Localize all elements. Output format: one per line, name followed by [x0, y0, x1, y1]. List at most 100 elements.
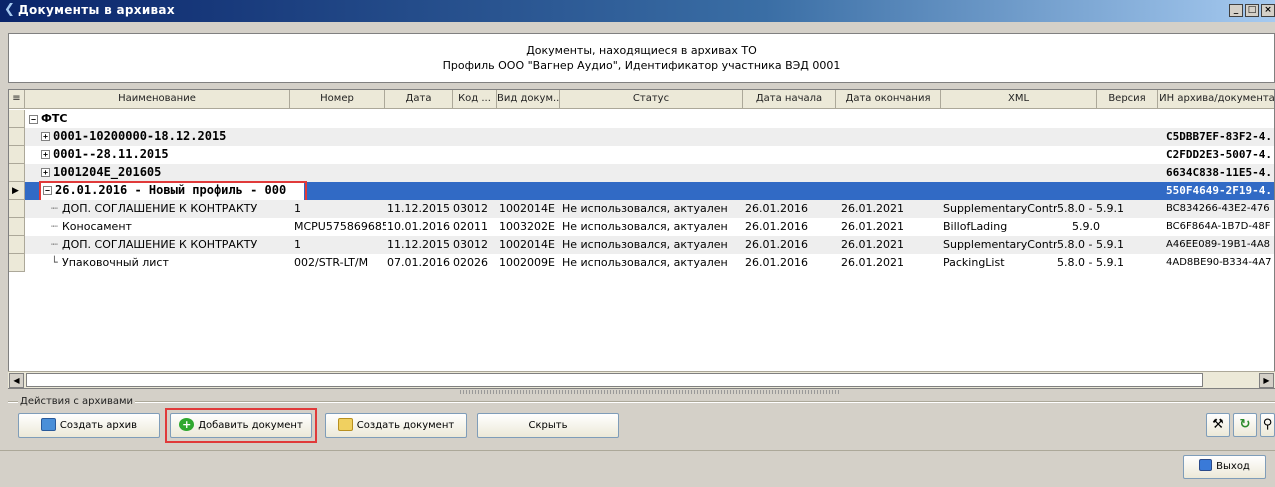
- close-button[interactable]: ×: [1261, 4, 1275, 17]
- archive-group-name: 1001204E_201605: [53, 165, 162, 179]
- doc-date: 10.01.2016: [387, 220, 450, 233]
- app-icon: ❮: [4, 2, 15, 17]
- doc-start: 26.01.2016: [745, 220, 808, 233]
- row-indicator-current: ▶: [9, 182, 25, 200]
- doc-xml: SupplementaryContra: [943, 238, 1057, 251]
- column-header-row: ≡ Наименование Номер Дата Код ... Вид до…: [9, 90, 1274, 109]
- row-indicator: [9, 128, 25, 146]
- document-row[interactable]: ┈ ДОП. СОГЛАШЕНИЕ К КОНТРАКТУ 1 11.12.20…: [25, 200, 1274, 218]
- doc-number: MCPU575869685: [294, 220, 386, 233]
- archive-group-id: C5DBB7EF-83F2-4...: [1166, 130, 1275, 143]
- highlight-frame: [39, 181, 307, 202]
- column-code[interactable]: Код ...: [453, 90, 497, 109]
- archive-group-name: 0001--28.11.2015: [53, 147, 169, 161]
- column-date[interactable]: Дата: [385, 90, 453, 109]
- scrollbar-thumb[interactable]: [26, 373, 1203, 387]
- collapse-icon[interactable]: −: [29, 114, 38, 124]
- doc-code: 02011: [453, 220, 488, 233]
- doc-status: Не использовался, актуален: [562, 256, 728, 269]
- column-number[interactable]: Номер: [290, 90, 385, 109]
- column-start-date[interactable]: Дата начала: [743, 90, 836, 109]
- doc-kind: 1002014E: [499, 238, 555, 251]
- archive-group-id: 550F4649-2F19-4...: [1166, 184, 1275, 197]
- doc-code: 03012: [453, 238, 488, 251]
- refresh-icon[interactable]: ↻: [1233, 413, 1257, 437]
- document-row[interactable]: ┈ Коносамент MCPU575869685 10.01.2016 02…: [25, 218, 1274, 236]
- doc-start: 26.01.2016: [745, 202, 808, 215]
- exit-icon: [1199, 459, 1213, 471]
- doc-archive-id: 4AD8BE90-B334-4A7: [1166, 257, 1272, 268]
- splitter-handle[interactable]: [460, 390, 840, 394]
- doc-date: 11.12.2015: [387, 202, 450, 215]
- create-document-button[interactable]: Создать документ: [325, 413, 467, 438]
- header-subtitle: Профиль ООО "Вагнер Аудио", Идентификато…: [442, 59, 841, 72]
- doc-number: 1: [294, 238, 301, 251]
- doc-start: 26.01.2016: [745, 238, 808, 251]
- doc-code: 03012: [453, 202, 488, 215]
- row-indicator: [9, 236, 25, 254]
- header-title: Документы, находящиеся в архивах ТО: [526, 44, 757, 57]
- archive-group-id: 6634C838-11E5-4...: [1166, 166, 1275, 179]
- column-xml[interactable]: XML: [941, 90, 1097, 109]
- archive-group-row[interactable]: +1001204E_201605 6634C838-11E5-4...: [25, 164, 1275, 182]
- doc-name: Коносамент: [62, 220, 132, 233]
- column-name[interactable]: Наименование: [25, 90, 290, 109]
- tree-root-row[interactable]: − ФТС: [25, 110, 1274, 128]
- archive-tree-grid[interactable]: ≡ Наименование Номер Дата Код ... Вид до…: [8, 89, 1275, 389]
- column-doc-kind[interactable]: Вид докум...: [497, 90, 560, 109]
- row-indicator: [9, 200, 25, 218]
- doc-date: 11.12.2015: [387, 238, 450, 251]
- doc-start: 26.01.2016: [745, 256, 808, 269]
- exit-button[interactable]: Выход: [1183, 455, 1266, 479]
- doc-xml: BillofLading: [943, 220, 1008, 233]
- minimize-button[interactable]: _: [1229, 4, 1243, 17]
- doc-end: 26.01.2021: [841, 256, 904, 269]
- doc-end: 26.01.2021: [841, 220, 904, 233]
- document-edit-icon: [337, 417, 353, 431]
- doc-end: 26.01.2021: [841, 238, 904, 251]
- create-archive-button[interactable]: Создать архив: [18, 413, 160, 438]
- expand-icon[interactable]: +: [41, 132, 50, 141]
- doc-date: 07.01.2016: [387, 256, 450, 269]
- doc-name: ДОП. СОГЛАШЕНИЕ К КОНТРАКТУ: [62, 238, 258, 251]
- document-row[interactable]: ┈ ДОП. СОГЛАШЕНИЕ К КОНТРАКТУ 1 11.12.20…: [25, 236, 1274, 254]
- doc-code: 02026: [453, 256, 488, 269]
- doc-kind: 1003202E: [499, 220, 555, 233]
- row-indicator: [9, 164, 25, 182]
- archive-group-row[interactable]: +0001-10200000-18.12.2015 C5DBB7EF-83F2-…: [25, 128, 1275, 146]
- row-indicator: [9, 218, 25, 236]
- tree-root-label: ФТС: [41, 112, 68, 125]
- column-archive-id[interactable]: ИН архива/документа: [1158, 90, 1274, 109]
- doc-number: 1: [294, 202, 301, 215]
- document-row[interactable]: └ Упаковочный лист 002/STR-LT/M 07.01.20…: [25, 254, 1274, 272]
- column-end-date[interactable]: Дата окончания: [836, 90, 941, 109]
- search-icon[interactable]: ⚲: [1260, 413, 1275, 437]
- window-title: Документы в архивах: [18, 3, 175, 17]
- column-chooser-icon[interactable]: ≡: [9, 90, 25, 109]
- doc-xml: PackingList: [943, 256, 1005, 269]
- doc-name: ДОП. СОГЛАШЕНИЕ К КОНТРАКТУ: [62, 202, 258, 215]
- doc-version: 5.8.0 - 5.9.1: [1057, 238, 1124, 251]
- scroll-left-icon[interactable]: ◀: [9, 373, 24, 388]
- scroll-right-icon[interactable]: ▶: [1259, 373, 1274, 388]
- column-status[interactable]: Статус: [560, 90, 743, 109]
- doc-archive-id: A46EE089-19B1-4A8: [1166, 239, 1271, 250]
- archive-group-row[interactable]: +0001--28.11.2015 C2FDD2E3-5007-4...: [25, 146, 1275, 164]
- expand-icon[interactable]: +: [41, 150, 50, 159]
- separator: [0, 450, 1275, 451]
- expand-icon[interactable]: +: [41, 168, 50, 177]
- horizontal-scrollbar[interactable]: ◀ ▶: [8, 371, 1275, 388]
- archive-icon: [40, 417, 56, 431]
- archive-group-id: C2FDD2E3-5007-4...: [1166, 148, 1275, 161]
- window-titlebar: ❮ Документы в архивах _ □ ×: [0, 0, 1275, 22]
- tools-icon[interactable]: ⚒: [1206, 413, 1230, 437]
- doc-kind: 1002014E: [499, 202, 555, 215]
- maximize-button[interactable]: □: [1245, 4, 1259, 17]
- archive-group-name: 0001-10200000-18.12.2015: [53, 129, 227, 143]
- doc-status: Не использовался, актуален: [562, 202, 728, 215]
- doc-end: 26.01.2021: [841, 202, 904, 215]
- column-version[interactable]: Версия: [1097, 90, 1158, 109]
- doc-archive-id: BC6F864A-1B7D-48F: [1166, 221, 1271, 232]
- doc-kind: 1002009E: [499, 256, 555, 269]
- hide-button[interactable]: Скрыть: [477, 413, 619, 438]
